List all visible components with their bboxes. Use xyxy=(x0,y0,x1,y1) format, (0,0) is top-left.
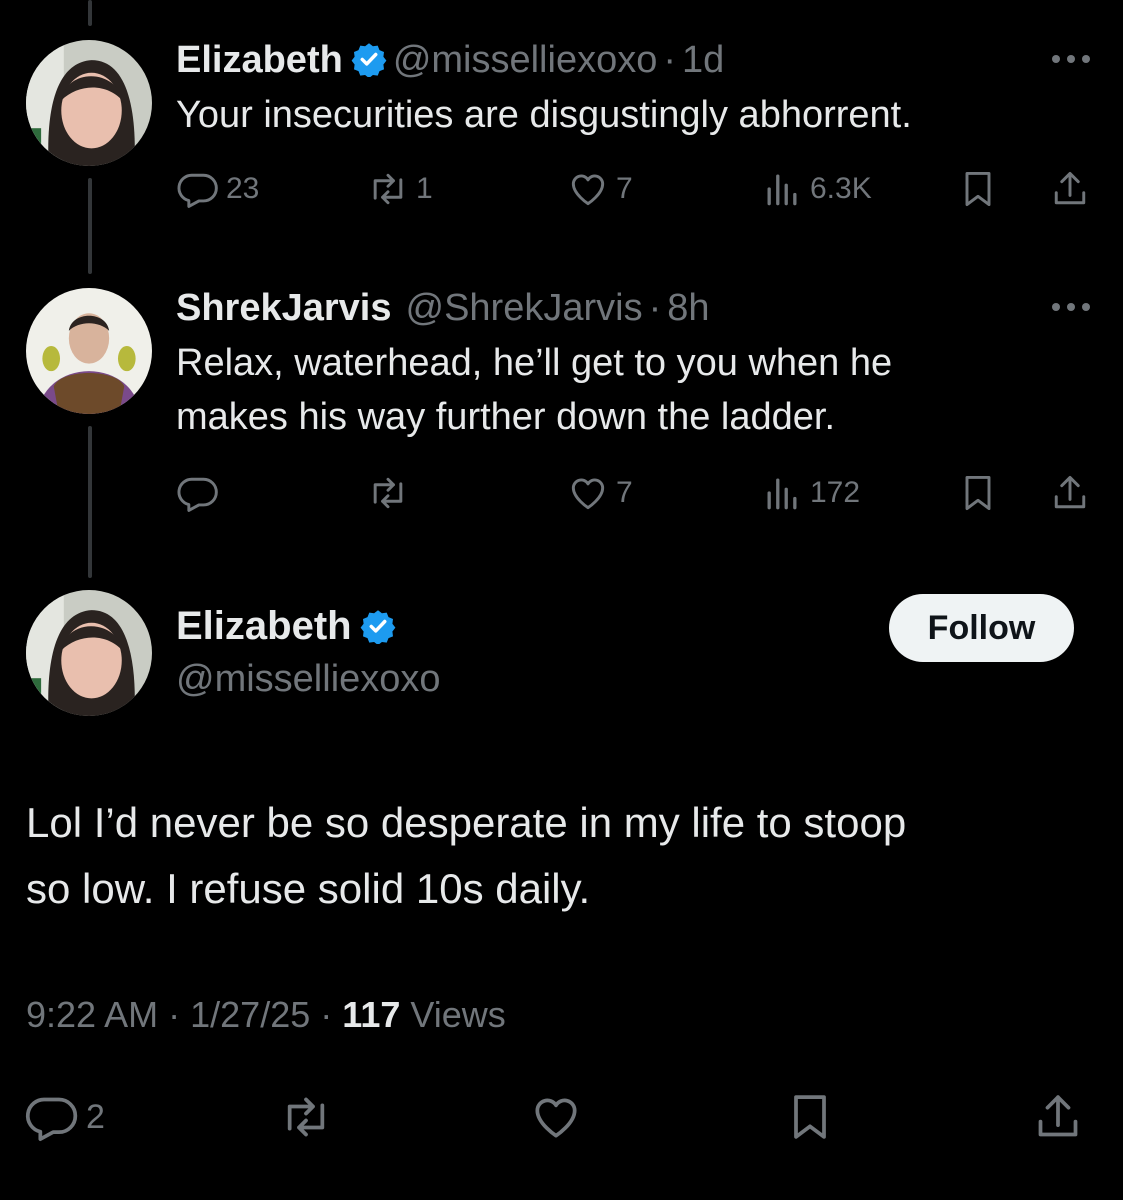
like-button[interactable]: 7 xyxy=(566,164,633,214)
views-count: 172 xyxy=(810,476,861,509)
share-icon xyxy=(1054,475,1086,509)
more-icon[interactable] xyxy=(1049,300,1093,314)
reply-icon xyxy=(25,1097,78,1142)
views-button[interactable]: 6.3K xyxy=(760,164,872,214)
like-count: 7 xyxy=(616,172,633,205)
views-label: Views xyxy=(410,994,506,1035)
handle[interactable]: @misselliexoxo xyxy=(393,39,658,81)
like-icon xyxy=(571,478,605,510)
handle[interactable]: @misselliexoxo xyxy=(176,658,441,701)
retweet-button[interactable] xyxy=(278,1085,334,1149)
tweet-text-line: Lol I’d never be so desperate in my life… xyxy=(26,799,907,846)
separator: · xyxy=(168,994,181,1035)
bookmark-icon xyxy=(794,1095,826,1139)
tweet-meta: 9:22 AM · 1/27/25 · 117 Views xyxy=(26,994,506,1036)
display-name[interactable]: Elizabeth xyxy=(176,39,343,81)
reply-icon xyxy=(177,173,218,208)
share-icon xyxy=(1038,1095,1078,1137)
views-icon xyxy=(767,478,797,510)
tweet-2-header: ShrekJarvis @ShrekJarvis · 8h xyxy=(176,286,710,330)
retweet-icon xyxy=(373,477,403,509)
reply-count: 23 xyxy=(226,172,260,205)
verified-badge-icon xyxy=(360,610,395,644)
more-icon[interactable] xyxy=(1049,52,1093,66)
avatar[interactable] xyxy=(26,288,152,414)
like-button[interactable] xyxy=(528,1085,584,1149)
follow-button[interactable]: Follow xyxy=(889,594,1074,662)
reply-icon xyxy=(177,477,218,512)
display-name[interactable]: ShrekJarvis xyxy=(176,287,392,329)
views-count: 117 xyxy=(342,994,401,1035)
like-button[interactable]: 7 xyxy=(566,468,633,518)
views-count: 6.3K xyxy=(810,172,872,205)
avatar[interactable] xyxy=(26,40,152,166)
thread-line-2 xyxy=(88,426,92,578)
tweet-text-line: Relax, waterhead, he’ll get to you when … xyxy=(176,342,893,384)
post-time[interactable]: 9:22 AM xyxy=(26,994,158,1035)
retweet-button[interactable]: 1 xyxy=(366,164,433,214)
views-icon xyxy=(767,174,797,206)
tweet-text-line: makes his way further down the ladder. xyxy=(176,396,836,438)
share-button[interactable] xyxy=(1048,468,1092,518)
like-icon xyxy=(535,1098,577,1138)
views-button[interactable]: 172 xyxy=(760,468,860,518)
timestamp[interactable]: 8h xyxy=(667,287,709,329)
retweet-button[interactable] xyxy=(366,468,410,518)
thread-line-1 xyxy=(88,178,92,274)
post-date[interactable]: 1/27/25 xyxy=(190,994,310,1035)
reply-button[interactable]: 23 xyxy=(176,164,259,214)
separator: · xyxy=(648,287,662,329)
tweet-text: Your insecurities are disgustingly abhor… xyxy=(176,94,912,136)
bookmark-icon xyxy=(965,171,991,207)
bookmark-button[interactable] xyxy=(956,468,1000,518)
tweet-1-header: Elizabeth @misselliexoxo · 1d xyxy=(176,38,724,82)
retweet-icon xyxy=(373,173,403,205)
tweet-2-actions: 7 172 xyxy=(176,468,1096,518)
separator: · xyxy=(320,994,333,1035)
display-name[interactable]: Elizabeth xyxy=(176,604,352,648)
tweet-text: Relax, waterhead, he’ll get to you when … xyxy=(176,336,1076,444)
timestamp[interactable]: 1d xyxy=(682,39,724,81)
reply-button[interactable] xyxy=(176,468,220,518)
share-icon xyxy=(1054,171,1086,205)
verified-badge-icon xyxy=(351,43,387,77)
bookmark-icon xyxy=(965,475,991,511)
thread-line-top xyxy=(88,0,92,26)
avatar[interactable] xyxy=(26,590,152,716)
retweet-count: 1 xyxy=(416,172,433,205)
like-count: 7 xyxy=(616,476,633,509)
main-tweet-text: Lol I’d never be so desperate in my life… xyxy=(26,790,1096,922)
reply-count: 2 xyxy=(86,1097,105,1136)
main-actions: 2 xyxy=(0,1085,1123,1149)
retweet-icon xyxy=(287,1097,325,1137)
reply-button[interactable]: 2 xyxy=(24,1085,105,1149)
bookmark-button[interactable] xyxy=(782,1085,838,1149)
share-button[interactable] xyxy=(1048,164,1092,214)
tweet-1-actions: 23 1 7 6.3K xyxy=(176,164,1096,214)
bookmark-button[interactable] xyxy=(956,164,1000,214)
handle[interactable]: @ShrekJarvis xyxy=(406,287,643,329)
separator: · xyxy=(663,39,677,81)
share-button[interactable] xyxy=(1030,1085,1086,1149)
main-author: Elizabeth xyxy=(176,604,402,649)
like-icon xyxy=(571,174,605,206)
tweet-text-line: so low. I refuse solid 10s daily. xyxy=(26,865,591,912)
